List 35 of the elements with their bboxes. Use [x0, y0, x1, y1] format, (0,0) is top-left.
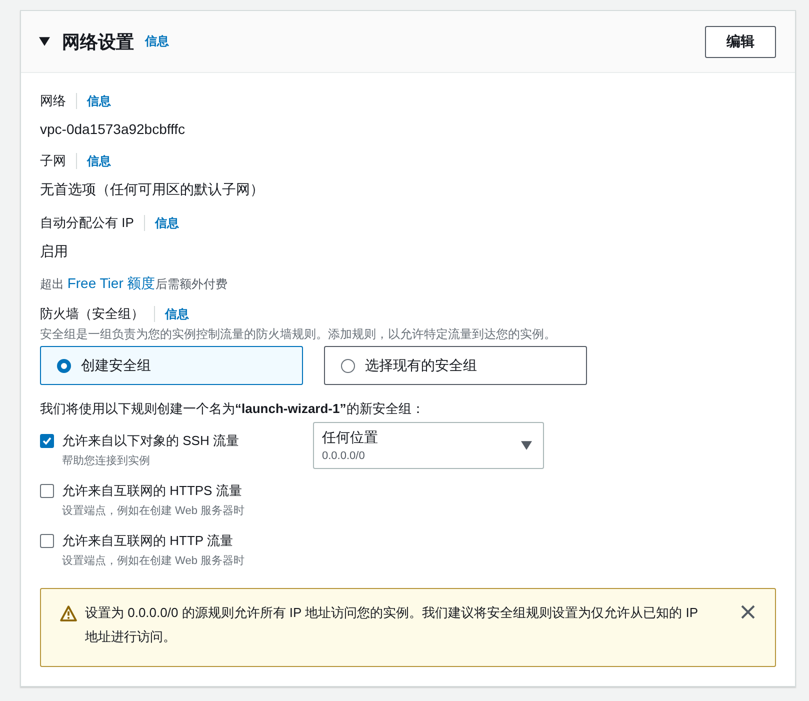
warning-text: 设置为 0.0.0.0/0 的源规则允许所有 IP 地址访问您的实例。我们建议将安全组规则设置为仅允许从已知的 IP 地址进行访问。 [85, 604, 699, 646]
rule-label: 允许来自互联网的 HTTPS 流量 [62, 482, 243, 500]
field-value: vpc-0da1573a92bcbfffc [40, 121, 186, 137]
field-label: 自动分配公有 IP [40, 215, 145, 231]
info-link[interactable]: 信息 [87, 92, 111, 110]
section-title: 网络设置 [62, 30, 134, 54]
field-value: 启用 [40, 243, 69, 261]
field-value: 无首选项（任何可用区的默认子网） [40, 181, 265, 199]
field-label: 网络 [40, 93, 77, 109]
radio-option[interactable]: 创建安全组 [40, 346, 303, 385]
field-label: 防火墙（安全组） [40, 306, 155, 322]
rule-intro: 我们将使用以下规则创建一个名为“launch-wizard-1”的新安全组： [40, 400, 426, 418]
radio-option[interactable]: 选择现有的安全组 [324, 346, 587, 385]
caret-icon[interactable] [39, 36, 50, 47]
rule-description: 帮助您连接到实例 [62, 454, 151, 468]
free-tier-link[interactable]: Free Tier 额度 [67, 275, 156, 291]
close-button[interactable] [741, 605, 755, 619]
rule-label: 允许来自互联网的 HTTP 流量 [62, 532, 234, 550]
info-link[interactable]: 信息 [154, 214, 179, 232]
rule-description: 设置端点，例如在创建 Web 服务器时 [62, 504, 245, 518]
info-link[interactable]: 信息 [87, 152, 111, 170]
info-link[interactable]: 信息 [165, 306, 189, 322]
free-tier-note: 超出 Free Tier 额度后需额外付费 [40, 275, 228, 293]
rule-label: 允许来自以下对象的 SSH 流量 [62, 432, 239, 450]
source-select[interactable]: 任何位置 0.0.0.0/0 [313, 422, 544, 469]
edit-button[interactable]: 编辑 [705, 26, 776, 58]
rule-description: 设置端点，例如在创建 Web 服务器时 [62, 554, 245, 568]
field-label: 子网 [40, 153, 77, 169]
warning-icon [60, 605, 77, 622]
caret-icon [521, 441, 532, 450]
info-link[interactable]: 信息 [145, 33, 169, 50]
field-description: 安全组是一组负责为您的实例控制流量的防火墙规则。添加规则，以允许特定流量到达您的实例。 [40, 326, 557, 343]
checkbox[interactable] [40, 434, 54, 448]
checkbox[interactable] [40, 484, 54, 498]
checkbox[interactable] [40, 534, 54, 548]
